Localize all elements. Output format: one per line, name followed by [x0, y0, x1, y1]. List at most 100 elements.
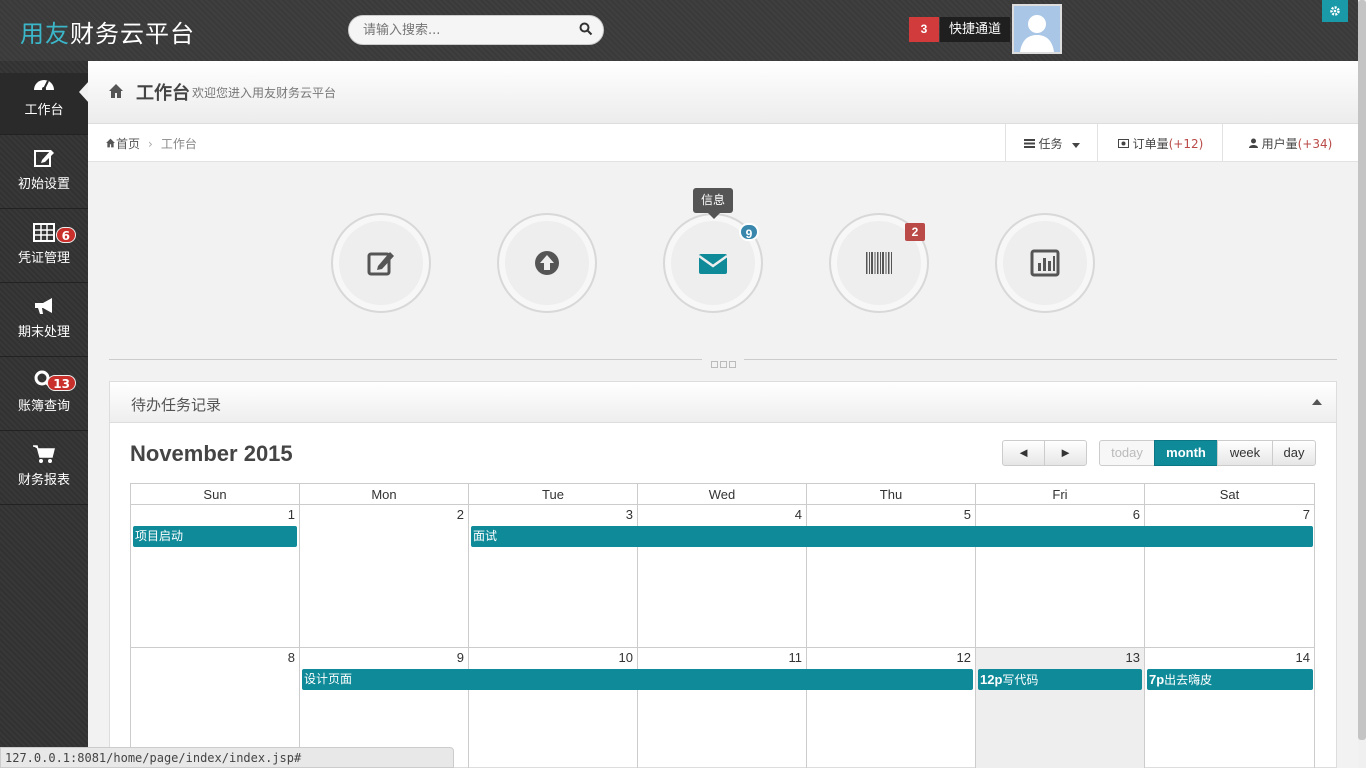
orders-label: 订单量	[1132, 137, 1169, 151]
search-icon[interactable]	[579, 22, 593, 36]
calendar-event[interactable]: 项目启动	[133, 526, 297, 547]
breadcrumb-separator: ›	[148, 137, 153, 151]
home-icon	[106, 138, 115, 148]
next-month-button[interactable]: ►	[1044, 440, 1087, 466]
orders-delta: (+12)	[1168, 137, 1204, 151]
weekday-header: Sun	[130, 483, 300, 505]
breadcrumb-bar: 首页 › 工作台 任务 订单量(+12) 用户量(+34)	[88, 124, 1358, 162]
sidebar-item-reports[interactable]: 财务报表	[0, 443, 88, 505]
sidebar-item-label: 初始设置	[17, 177, 70, 192]
prev-month-button[interactable]: ◄	[1002, 440, 1045, 466]
page-title: 工作台	[136, 83, 190, 104]
day-number: 14	[1295, 650, 1310, 665]
calendar-event[interactable]: 面试	[471, 526, 1313, 547]
divider-ornament	[702, 355, 744, 368]
user-silhouette-icon	[1014, 6, 1060, 52]
month-view-button[interactable]: month	[1154, 440, 1218, 466]
day-number: 9	[456, 650, 464, 665]
todo-panel: 待办任务记录 November 2015 ◄ ► today month wee…	[109, 381, 1337, 768]
day-number: 11	[788, 650, 803, 665]
dashboard-icon	[34, 80, 54, 91]
barcode-badge: 2	[905, 223, 925, 241]
sidebar-item-period-end[interactable]: 期末处理	[0, 295, 88, 357]
search-input[interactable]	[349, 16, 569, 44]
ledger-count-badge: 13	[47, 375, 76, 391]
day-cell[interactable]: 12	[807, 648, 976, 768]
day-number: 12	[956, 650, 971, 665]
shortcut-messages[interactable]: 9	[663, 213, 763, 313]
browser-status-url: 127.0.0.1:8081/home/page/index/index.jsp…	[0, 747, 454, 768]
orders-stat[interactable]: 订单量(+12)	[1097, 124, 1223, 162]
panel-header: 待办任务记录	[110, 382, 1336, 423]
sidebar-item-voucher[interactable]: 凭证管理 6	[0, 221, 88, 283]
day-number: 3	[625, 507, 633, 522]
shortcut-upload[interactable]	[497, 213, 597, 313]
page-subtitle: 欢迎您进入用友财务云平台	[192, 86, 337, 100]
quick-access-badge[interactable]: 3	[909, 17, 939, 42]
users-label: 用户量	[1261, 137, 1298, 151]
messages-tooltip: 信息	[693, 188, 733, 219]
users-stat[interactable]: 用户量(+34)	[1222, 124, 1358, 162]
breadcrumb-home-link[interactable]: 首页	[116, 137, 140, 151]
edit-icon	[367, 252, 394, 276]
user-icon	[1248, 138, 1258, 148]
sidebar-item-ledger-query[interactable]: 账簿查询 13	[0, 369, 88, 431]
sidebar-item-initial-settings[interactable]: 初始设置	[0, 147, 88, 209]
shortcut-edit[interactable]	[331, 213, 431, 313]
event-time: 7p	[1149, 672, 1165, 687]
shortcut-chart[interactable]	[995, 213, 1095, 313]
brand-name: 财务云平台	[70, 20, 195, 48]
weekday-header: Tue	[469, 483, 638, 505]
day-number: 1	[287, 507, 295, 522]
voucher-count-badge: 6	[55, 227, 76, 243]
calendar-event[interactable]: 12p写代码	[978, 669, 1142, 690]
collapse-caret-icon[interactable]	[1312, 399, 1322, 405]
money-icon	[1117, 139, 1129, 148]
list-icon	[1023, 139, 1035, 148]
event-title: 写代码	[1002, 673, 1039, 687]
day-view-button[interactable]: day	[1272, 440, 1316, 466]
settings-button[interactable]	[1322, 0, 1348, 22]
tasks-dropdown[interactable]: 任务	[1005, 124, 1098, 162]
envelope-icon	[698, 254, 728, 274]
quick-access-button[interactable]: 快捷通道	[940, 17, 1010, 42]
calendar-title: November 2015	[130, 441, 293, 466]
sidebar: 工作台 初始设置 凭证管理 6 期末处理 账簿查询 13 财务报表	[0, 61, 88, 768]
today-button[interactable]: today	[1099, 440, 1155, 466]
brand-logo[interactable]: 用友财务云平台	[20, 14, 195, 49]
breadcrumb: 首页 › 工作台	[105, 135, 197, 152]
users-delta: (+34)	[1297, 137, 1333, 151]
sidebar-item-workbench[interactable]: 工作台	[0, 73, 88, 135]
bar-chart-icon	[1030, 249, 1060, 277]
weekday-header: Wed	[638, 483, 807, 505]
search-box	[348, 15, 604, 45]
upload-icon	[535, 251, 559, 275]
day-cell[interactable]: 10	[469, 648, 638, 768]
cart-icon	[33, 445, 55, 463]
sidebar-item-label: 工作台	[24, 103, 64, 118]
day-cell[interactable]: 11	[638, 648, 807, 768]
tasks-label: 任务	[1038, 137, 1063, 151]
bullhorn-icon	[35, 298, 52, 314]
calendar-event[interactable]: 设计页面	[302, 669, 973, 690]
breadcrumb-current: 工作台	[160, 137, 197, 151]
user-avatar[interactable]	[1012, 4, 1062, 54]
event-time: 12p	[980, 672, 1003, 687]
day-number: 4	[794, 507, 802, 522]
day-cell[interactable]: 14	[1145, 648, 1315, 768]
day-number: 2	[456, 507, 464, 522]
shortcut-barcode[interactable]: 2	[829, 213, 929, 313]
day-cell-today[interactable]: 13	[976, 648, 1145, 768]
edit-icon	[34, 150, 54, 167]
week-view-button[interactable]: week	[1217, 440, 1273, 466]
page-scrollbar[interactable]	[1358, 0, 1366, 768]
barcode-icon	[866, 252, 892, 274]
day-number: 13	[1125, 650, 1140, 665]
gear-icon	[1330, 6, 1340, 16]
day-cell[interactable]: 2	[300, 505, 469, 648]
event-title: 出去嗨皮	[1164, 673, 1213, 687]
calendar-event[interactable]: 7p出去嗨皮	[1147, 669, 1313, 690]
top-bar: 用友财务云平台 3 快捷通道	[0, 0, 1366, 61]
day-number: 8	[287, 650, 295, 665]
scrollbar-thumb[interactable]	[1358, 0, 1366, 740]
